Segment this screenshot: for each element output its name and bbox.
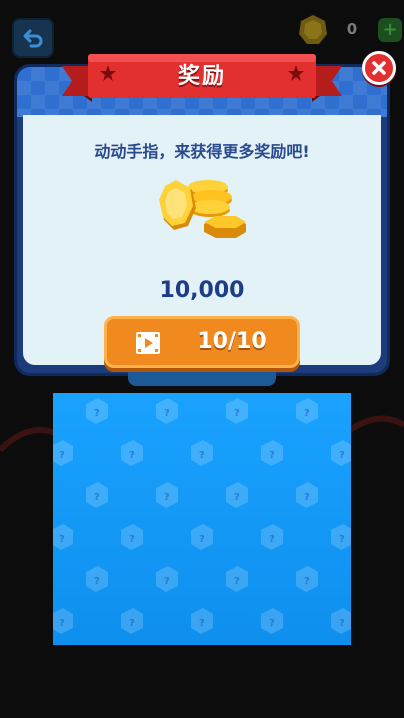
mystery-box-icon: ?: [226, 566, 248, 592]
video-icon: [136, 332, 160, 354]
svg-text:?: ?: [164, 408, 170, 419]
svg-text:?: ?: [304, 408, 310, 419]
svg-text:?: ?: [199, 534, 205, 545]
svg-text:?: ?: [59, 450, 65, 461]
watch-count-label: 10/10: [197, 329, 267, 354]
ad-banner[interactable]: ??????????????????????????????: [53, 393, 351, 645]
mystery-box-icon: ?: [86, 566, 108, 592]
back-arrow-icon: [23, 29, 43, 48]
svg-text:?: ?: [339, 450, 345, 461]
mystery-box-icon: ?: [226, 398, 248, 424]
svg-text:?: ?: [59, 534, 65, 545]
svg-text:?: ?: [129, 618, 135, 629]
svg-text:?: ?: [339, 534, 345, 545]
close-icon: [372, 61, 386, 75]
svg-text:?: ?: [164, 576, 170, 587]
gold-coins-icon: [159, 180, 246, 238]
mystery-box-icon: ?: [331, 608, 351, 634]
mystery-box-icon: ?: [191, 608, 213, 634]
mystery-box-icon: ?: [261, 608, 283, 634]
mystery-box-icon: ?: [296, 398, 318, 424]
mystery-box-icon: ?: [156, 566, 178, 592]
svg-text:?: ?: [269, 618, 275, 629]
svg-text:?: ?: [129, 534, 135, 545]
svg-text:?: ?: [304, 576, 310, 587]
mystery-box-icon: ?: [86, 482, 108, 508]
svg-text:?: ?: [339, 618, 345, 629]
svg-text:?: ?: [94, 408, 100, 419]
mystery-box-icon: ?: [191, 440, 213, 466]
mystery-box-icon: ?: [121, 440, 143, 466]
dialog-bottom-tab: [128, 372, 276, 386]
svg-text:?: ?: [199, 450, 205, 461]
svg-text:?: ?: [94, 576, 100, 587]
mystery-box-icon: ?: [331, 524, 351, 550]
svg-text:?: ?: [164, 492, 170, 503]
mystery-box-icon: ?: [296, 566, 318, 592]
reward-amount: 10,000: [159, 278, 245, 303]
svg-text:?: ?: [129, 450, 135, 461]
mystery-box-icon: ?: [53, 440, 73, 466]
svg-text:?: ?: [59, 618, 65, 629]
mystery-box-icon: ?: [261, 524, 283, 550]
svg-text:?: ?: [269, 534, 275, 545]
mystery-box-icon: ?: [53, 608, 73, 634]
svg-text:?: ?: [234, 408, 240, 419]
watch-video-button[interactable]: 10/10: [104, 316, 300, 368]
dialog-title: 奖励: [177, 64, 226, 89]
mystery-box-icon: ?: [121, 608, 143, 634]
svg-text:?: ?: [304, 492, 310, 503]
reward-message: 动动手指，来获得更多奖励吧!: [94, 142, 310, 161]
svg-text:?: ?: [234, 492, 240, 503]
mystery-box-pattern: ??????????????????????????????: [53, 398, 351, 634]
mystery-box-icon: ?: [53, 524, 73, 550]
mystery-box-icon: ?: [156, 482, 178, 508]
mystery-box-icon: ?: [296, 482, 318, 508]
mystery-box-icon: ?: [86, 398, 108, 424]
mystery-box-icon: ?: [121, 524, 143, 550]
back-button[interactable]: [12, 18, 54, 58]
coin-count: 0: [346, 20, 358, 38]
close-button[interactable]: [362, 51, 396, 85]
mystery-box-icon: ?: [191, 524, 213, 550]
add-coins-button[interactable]: +: [378, 18, 402, 42]
mystery-box-icon: ?: [331, 440, 351, 466]
mystery-box-icon: ?: [226, 482, 248, 508]
coin-icon: [299, 15, 327, 44]
svg-text:?: ?: [269, 450, 275, 461]
mystery-box-icon: ?: [156, 398, 178, 424]
svg-text:?: ?: [199, 618, 205, 629]
svg-text:?: ?: [94, 492, 100, 503]
mystery-box-icon: ?: [261, 440, 283, 466]
svg-text:?: ?: [234, 576, 240, 587]
